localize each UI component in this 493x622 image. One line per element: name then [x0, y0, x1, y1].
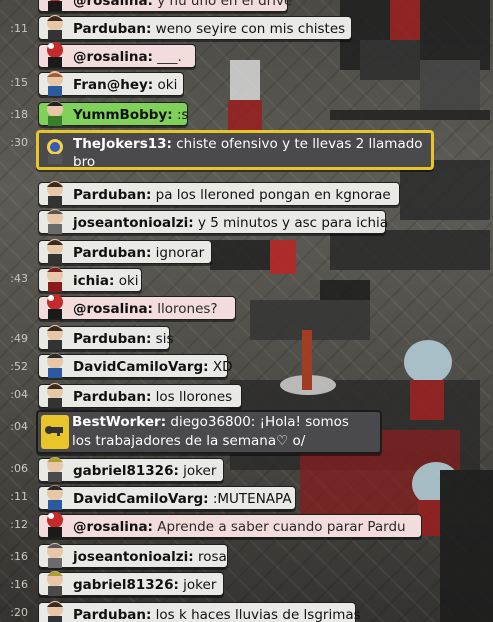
timestamp: :18 [10, 108, 28, 121]
timestamp: :04 [10, 388, 28, 401]
timestamp: :30 [10, 136, 28, 149]
timestamp: :11 [10, 490, 28, 503]
chat-username: @rosalina: [73, 0, 153, 9]
key-badge-icon [41, 415, 69, 449]
chat-text: los llorones [155, 389, 233, 405]
chat-text: ___. [157, 49, 182, 65]
user-avatar-icon [41, 539, 69, 569]
chat-bubble[interactable]: @rosalina: Aprende a saber cuando parar … [38, 512, 422, 538]
chat-text: sis [155, 331, 174, 347]
user-avatar-icon [41, 97, 69, 127]
chat-text: XD [212, 359, 233, 375]
user-avatar-icon [41, 263, 69, 293]
chat-bubble[interactable]: Parduban: sis [38, 325, 173, 350]
chat-text: weno seyire con mis chistes [155, 21, 346, 37]
user-avatar-icon [41, 291, 69, 321]
chat-bubble[interactable]: Parduban: los k haces lluvias de lsgrima… [38, 601, 361, 622]
chat-bubble[interactable]: @rosalina: llorones? [38, 294, 236, 320]
chat-username: gabriel81326: [73, 463, 179, 479]
chat-username: Parduban: [73, 331, 152, 347]
chat-bubble[interactable]: Parduban: weno seyire con mis chistes [38, 15, 352, 40]
user-avatar-icon [41, 453, 69, 483]
chat-username: @rosalina: [73, 519, 153, 535]
chat-text: rosa [197, 549, 227, 565]
chat-bubble-highlighted[interactable]: TheJokers13: chiste ofensivo y te llevas… [36, 130, 434, 170]
chat-text: joker [183, 463, 217, 479]
user-avatar-icon [41, 567, 69, 597]
user-avatar-icon [41, 39, 69, 69]
timestamp: :43 [10, 272, 28, 285]
timestamp: :06 [10, 462, 28, 475]
chat-bubble[interactable]: joseantonioalzi: y 5 minutos y asc para … [38, 209, 389, 234]
chat-text: :MUTENAPA [212, 491, 292, 507]
chat-bubble[interactable]: ichia: oki [38, 267, 142, 292]
chat-username: Parduban: [73, 389, 152, 405]
user-avatar-icon [41, 481, 69, 511]
timestamp: :04 [10, 420, 28, 433]
chat-bubble[interactable]: DavidCamiloVarg: :MUTENAPA [38, 485, 296, 510]
timestamp: :16 [10, 578, 28, 591]
chat-text: ignorar [155, 245, 205, 261]
chat-text: oki [118, 273, 139, 289]
chat-bubble[interactable]: Parduban: pa los lleroned pongan en kgno… [38, 181, 400, 206]
user-avatar-icon [41, 509, 69, 539]
timestamp: :15 [10, 76, 28, 89]
chat-bubble[interactable]: YummBobby: :s [38, 101, 189, 126]
chat-bubble[interactable]: gabriel81326: joker [38, 571, 224, 596]
timestamp: :11 [10, 22, 28, 35]
timestamp: :16 [10, 550, 28, 563]
chat-username: Parduban: [73, 245, 152, 261]
chat-text: :s [176, 107, 189, 123]
chat-username: YummBobby: [73, 107, 173, 123]
chat-text: llorones? [157, 301, 218, 317]
user-avatar-icon [41, 205, 69, 235]
chat-text: pa los lleroned pongan en kgnorae [155, 187, 391, 203]
chat-username: BestWorker: [72, 414, 167, 430]
chat-text: y 5 minutos y asc para ichia [197, 215, 389, 231]
chat-bubble[interactable]: Fran@hey: oki [38, 71, 184, 96]
chat-bubble-system[interactable]: BestWorker: diego36800: ¡Hola! somos los… [36, 410, 382, 454]
user-avatar-icon [41, 379, 69, 409]
user-avatar-icon [41, 11, 69, 41]
chat-username: TheJokers13: [73, 136, 172, 152]
timestamp: :12 [10, 518, 28, 531]
chat-username: DavidCamiloVarg: [73, 359, 209, 375]
chat-username: @rosalina: [73, 49, 153, 65]
chat-bubble[interactable]: Parduban: los llorones [38, 383, 242, 408]
chat-username: joseantonioalzi: [73, 215, 194, 231]
chat-bubble[interactable]: gabriel81326: joker [38, 457, 224, 482]
chat-username: Parduban: [73, 607, 152, 622]
chat-bubble[interactable]: @rosalina: y hu uno en el drive [38, 0, 292, 12]
chat-text: los k haces lluvias de lsgrimas [155, 607, 361, 622]
user-avatar-icon [41, 135, 69, 165]
chat-text: oki [157, 77, 178, 93]
chat-text: Aprende a saber cuando parar Pardu [157, 519, 406, 535]
user-avatar-icon [41, 321, 69, 351]
chat-username: Parduban: [73, 187, 152, 203]
user-avatar-icon [41, 235, 69, 265]
chat-bubble[interactable]: Parduban: ignorar [38, 239, 212, 264]
timestamp: :52 [10, 360, 28, 373]
chat-username: gabriel81326: [73, 577, 179, 593]
chat-username: DavidCamiloVarg: [73, 491, 209, 507]
chat-username: Fran@hey: [73, 77, 154, 93]
chat-bubble[interactable]: joseantonioalzi: rosa [38, 543, 228, 568]
user-avatar-icon [41, 177, 69, 207]
chat-text: y hu uno en el drive [157, 0, 293, 9]
chat-username: ichia: [73, 273, 115, 289]
chat-bubble[interactable]: @rosalina: ___. [38, 42, 196, 68]
chat-username: joseantonioalzi: [73, 549, 194, 565]
user-avatar-icon [41, 597, 69, 622]
room-scene: :11 :15 :18 :30 :43 :49 :52 :04 :04 :06 … [0, 0, 493, 622]
chat-username: @rosalina: [73, 301, 153, 317]
user-avatar-icon [41, 67, 69, 97]
timestamp: :49 [10, 332, 28, 345]
timestamp: :20 [10, 606, 28, 619]
user-avatar-icon [41, 349, 69, 379]
chat-text: joker [183, 577, 217, 593]
chat-bubble[interactable]: DavidCamiloVarg: XD [38, 353, 233, 378]
chat-username: Parduban: [73, 21, 152, 37]
